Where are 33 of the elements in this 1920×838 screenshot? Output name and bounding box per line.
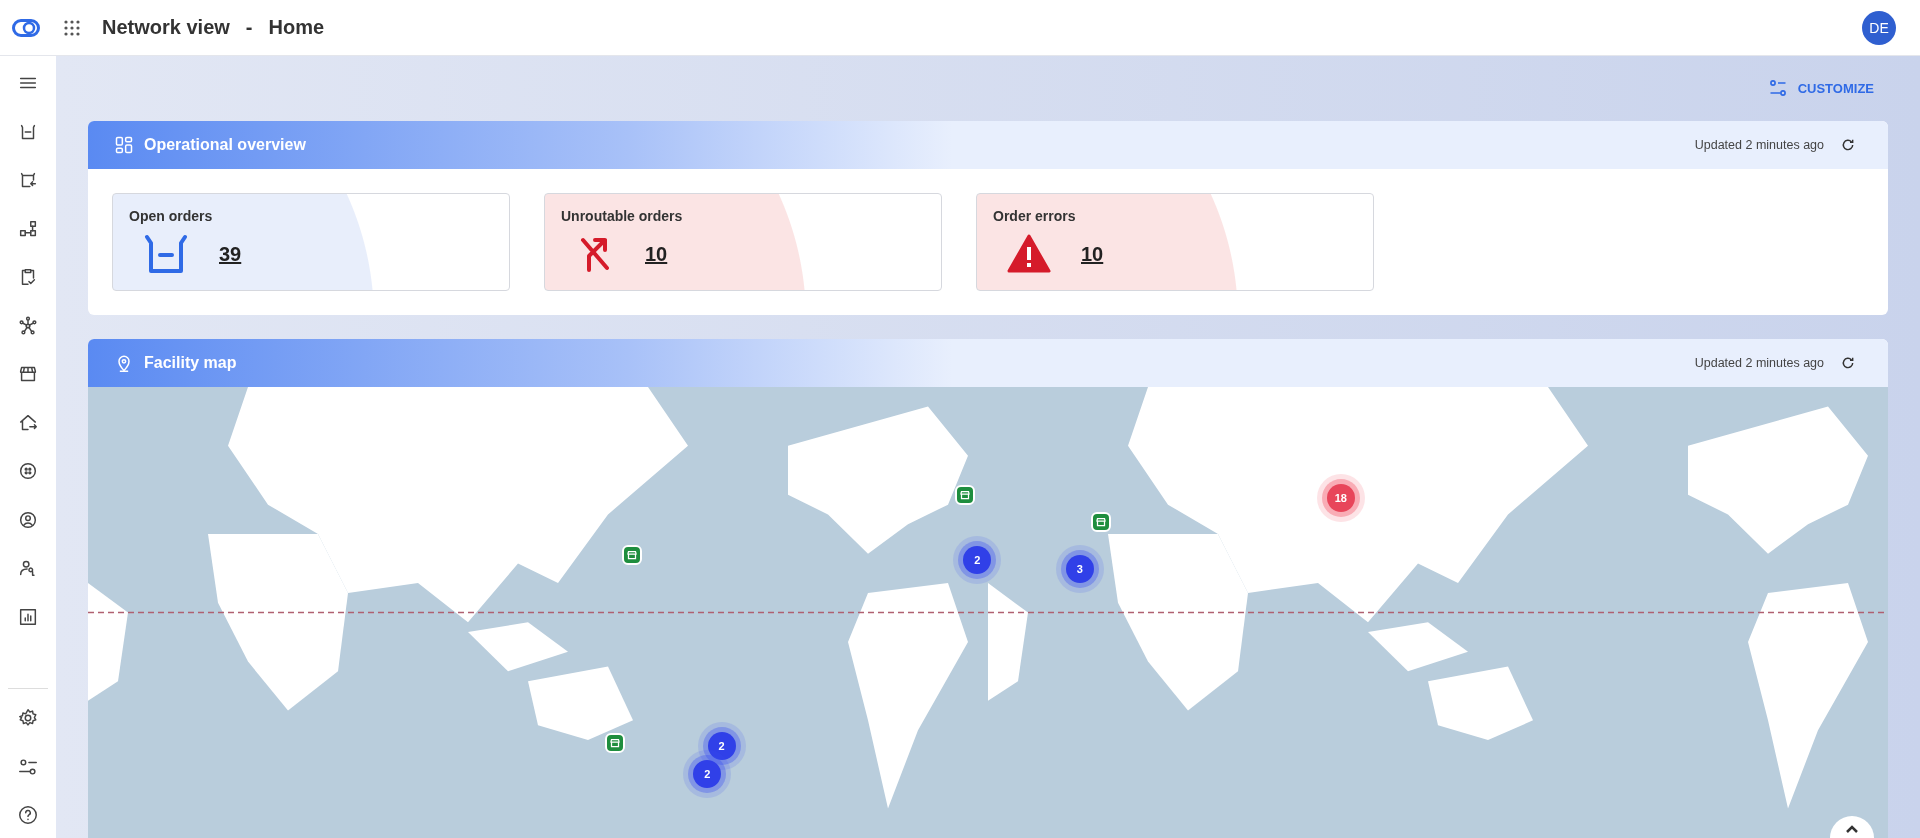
metric-value-link[interactable]: 39 xyxy=(219,242,242,266)
caret-icon xyxy=(1845,824,1859,834)
app-title: Network view xyxy=(102,16,230,39)
card-label: Unroutable orders xyxy=(561,208,684,224)
network-icon[interactable] xyxy=(17,314,39,337)
help-icon[interactable] xyxy=(17,804,39,826)
card-label: Open orders xyxy=(129,208,214,224)
metric-card[interactable]: Order errors 10 xyxy=(976,193,1374,291)
card-label: Order errors xyxy=(993,208,1077,224)
panel-title: Operational overview xyxy=(144,136,306,154)
user-avatar[interactable]: DE xyxy=(1862,10,1896,45)
dashboard-icon xyxy=(114,135,134,155)
refresh-icon[interactable] xyxy=(1840,137,1856,153)
metric-card[interactable]: Open orders 39 xyxy=(112,193,510,291)
panel-title: Facility map xyxy=(144,354,237,372)
dots-icon[interactable] xyxy=(17,460,39,482)
store-icon xyxy=(958,489,971,502)
title-separator: - xyxy=(245,16,253,39)
store-icon xyxy=(1095,515,1108,528)
sliders-icon xyxy=(1767,78,1788,98)
store-icon xyxy=(609,736,622,749)
box-icon xyxy=(143,234,189,274)
apps-grid-icon[interactable] xyxy=(64,19,80,36)
page-title: Home xyxy=(268,16,325,39)
refresh-icon[interactable] xyxy=(1840,355,1856,371)
logo-icon xyxy=(12,18,40,37)
updated-text: Updated 2 minutes ago xyxy=(1694,356,1824,370)
updated-text: Updated 2 minutes ago xyxy=(1694,138,1824,152)
metric-card[interactable]: Unroutable orders 10 xyxy=(544,193,942,291)
metric-value-link[interactable]: 10 xyxy=(645,242,668,266)
store-icon xyxy=(625,549,638,562)
metric-value-link[interactable]: 10 xyxy=(1081,242,1104,266)
warning-icon xyxy=(1007,234,1051,274)
